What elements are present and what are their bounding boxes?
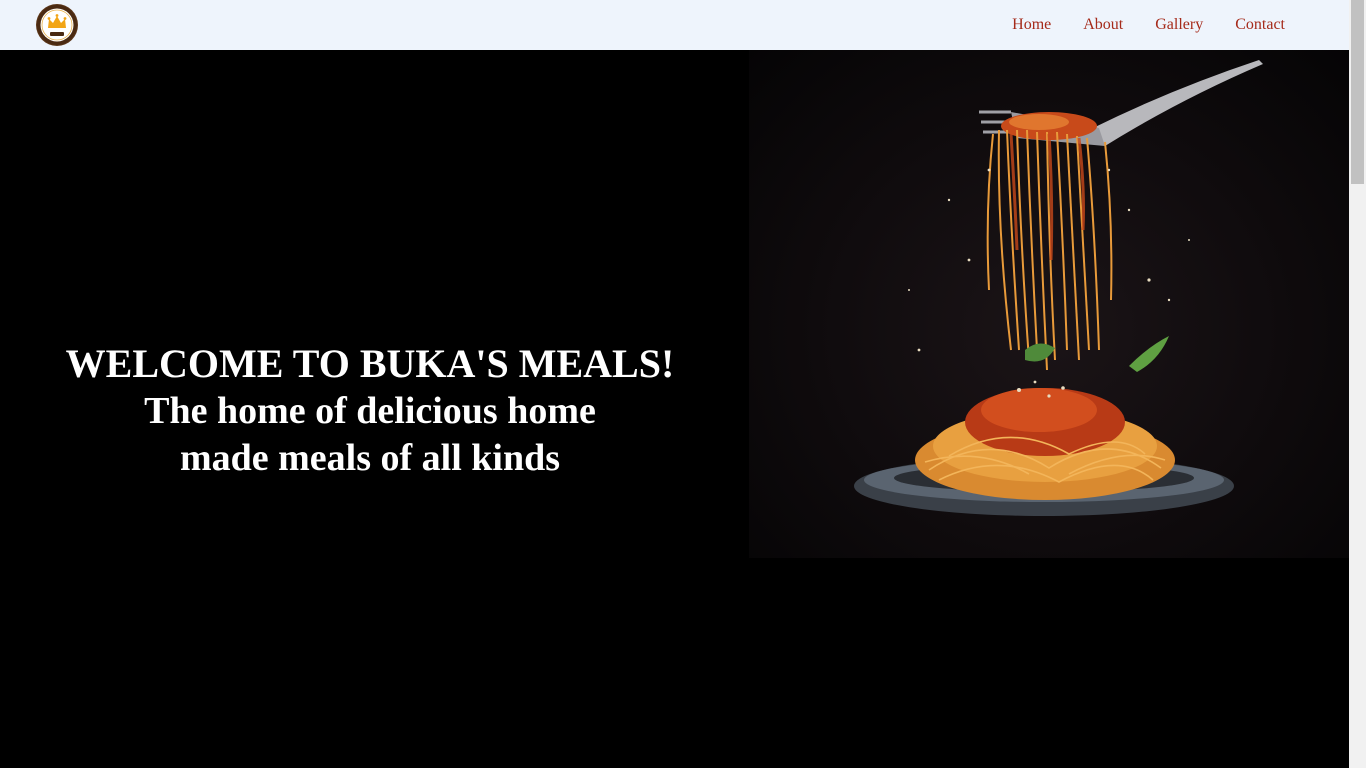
spaghetti-photo bbox=[749, 50, 1349, 558]
hero-section: WELCOME TO BUKA'S MEALS! The home of del… bbox=[0, 50, 1349, 768]
nav-gallery-link[interactable]: Gallery bbox=[1155, 16, 1203, 34]
scrollbar-thumb[interactable] bbox=[1351, 0, 1364, 184]
hero-subtitle: The home of delicious home made meals of… bbox=[144, 390, 596, 479]
hero-title: WELCOME TO BUKA'S MEALS! bbox=[65, 341, 675, 386]
spaghetti-fork-photo-icon bbox=[854, 60, 1263, 516]
hero-text: WELCOME TO BUKA'S MEALS! The home of del… bbox=[40, 340, 700, 482]
navbar: Home About Gallery Contact bbox=[0, 0, 1349, 50]
nav-links: Home About Gallery Contact bbox=[1012, 0, 1285, 50]
nav-about-link[interactable]: About bbox=[1083, 16, 1123, 34]
nav-contact-link[interactable]: Contact bbox=[1235, 16, 1285, 34]
logo-crown-icon[interactable] bbox=[36, 4, 78, 46]
page: Home About Gallery Contact WELCOME TO BU… bbox=[0, 0, 1366, 768]
scrollbar[interactable] bbox=[1349, 0, 1366, 768]
nav-home-link[interactable]: Home bbox=[1012, 16, 1051, 34]
